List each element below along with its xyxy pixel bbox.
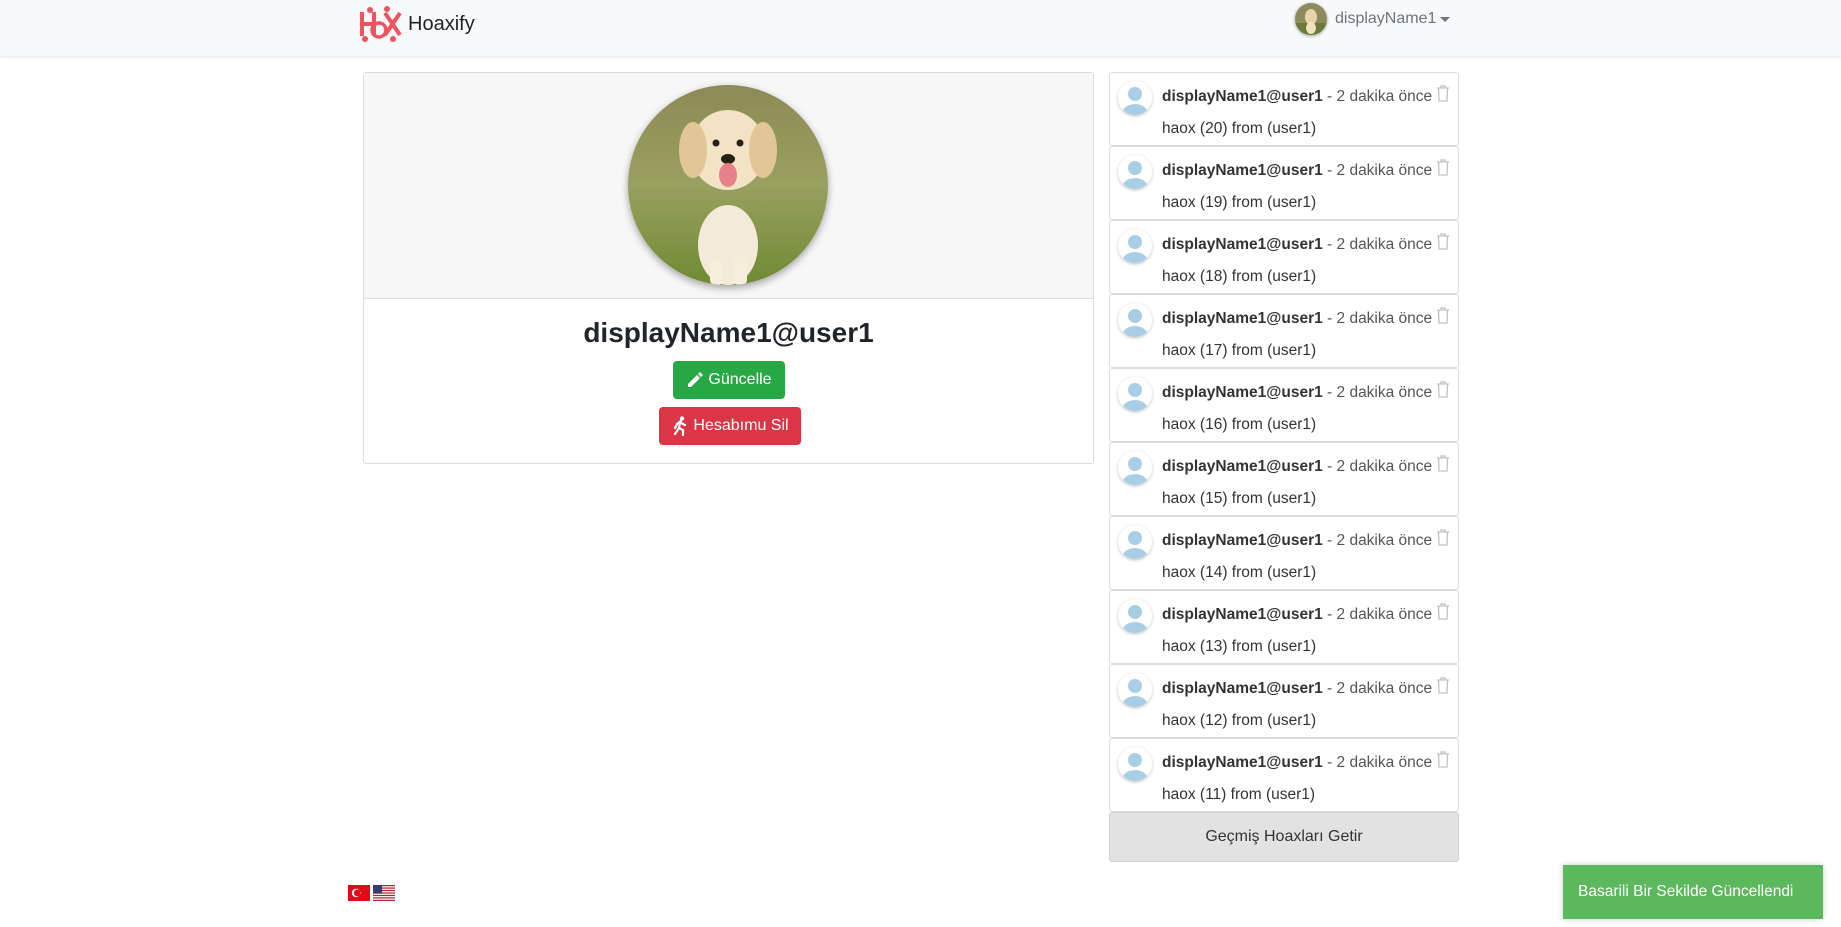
- hoax-time: 2 dakika önce: [1336, 532, 1433, 549]
- hoax-separator: -: [1322, 236, 1337, 253]
- hoax-content: haox (15) from (user1): [1162, 490, 1317, 507]
- trash-icon[interactable]: [1436, 529, 1450, 546]
- hoax-content: haox (13) from (user1): [1162, 638, 1317, 655]
- hoax-separator: -: [1322, 162, 1337, 179]
- hoax-item: displayName1@user1 - 2 dakika önce haox …: [1109, 738, 1459, 812]
- avatar: [1118, 303, 1152, 337]
- hoax-time: 2 dakika önce: [1336, 458, 1433, 475]
- hoax-content: haox (14) from (user1): [1162, 564, 1317, 581]
- hoax-item: displayName1@user1 - 2 dakika önce haox …: [1109, 590, 1459, 664]
- hoax-item: displayName1@user1 - 2 dakika önce haox …: [1109, 72, 1459, 146]
- trash-icon[interactable]: [1436, 159, 1450, 176]
- hoax-user[interactable]: displayName1@user1: [1162, 606, 1323, 623]
- trash-icon[interactable]: [1436, 455, 1450, 472]
- trash-icon[interactable]: [1436, 85, 1450, 102]
- avatar: [1118, 451, 1152, 485]
- hoax-separator: -: [1322, 754, 1337, 771]
- hoax-separator: -: [1322, 88, 1337, 105]
- avatar: [1118, 525, 1152, 559]
- hoax-content: haox (19) from (user1): [1162, 194, 1317, 211]
- hoax-user[interactable]: displayName1@user1: [1162, 532, 1323, 549]
- hoax-user[interactable]: displayName1@user1: [1162, 754, 1323, 771]
- hoax-time: 2 dakika önce: [1336, 236, 1433, 253]
- hoax-user[interactable]: displayName1@user1: [1162, 384, 1323, 401]
- avatar: [1118, 599, 1152, 633]
- hoax-separator: -: [1322, 606, 1337, 623]
- hoax-content: haox (18) from (user1): [1162, 268, 1317, 285]
- hoax-user[interactable]: displayName1@user1: [1162, 680, 1323, 697]
- hoax-time: 2 dakika önce: [1336, 754, 1433, 771]
- profile-card: displayName1@user1 Güncelle Hesabımu Sil: [363, 72, 1094, 464]
- profile-photo: [628, 85, 828, 285]
- hoax-time: 2 dakika önce: [1336, 680, 1433, 697]
- hoax-item: displayName1@user1 - 2 dakika önce haox …: [1109, 516, 1459, 590]
- brand-name: Hoaxify: [408, 12, 475, 35]
- trash-icon[interactable]: [1436, 677, 1450, 694]
- hoaxify-logo: [360, 6, 402, 42]
- profile-title: displayName1@user1: [583, 317, 874, 348]
- hoax-time: 2 dakika önce: [1336, 88, 1433, 105]
- hoax-item: displayName1@user1 - 2 dakika önce haox …: [1109, 220, 1459, 294]
- trash-icon[interactable]: [1436, 603, 1450, 620]
- hoax-user[interactable]: displayName1@user1: [1162, 236, 1323, 253]
- hoax-separator: -: [1322, 680, 1337, 697]
- trash-icon[interactable]: [1436, 307, 1450, 324]
- hoax-item: displayName1@user1 - 2 dakika önce haox …: [1109, 442, 1459, 516]
- turkey-flag-icon[interactable]: [348, 885, 370, 901]
- hoax-separator: -: [1322, 384, 1337, 401]
- navbar: Hoaxify displayName1: [0, 0, 1841, 56]
- update-profile-button[interactable]: Güncelle: [673, 361, 785, 399]
- delete-account-label: Hesabımu Sil: [693, 417, 789, 434]
- user-dropdown[interactable]: displayName1: [1295, 3, 1451, 35]
- hoax-feed: displayName1@user1 - 2 dakika önce haox …: [1109, 72, 1459, 812]
- hoax-separator: -: [1322, 532, 1337, 549]
- profile-card-header: [364, 73, 1093, 299]
- hoax-item: displayName1@user1 - 2 dakika önce haox …: [1109, 664, 1459, 738]
- pencil-icon: [688, 372, 704, 387]
- hoax-time: 2 dakika önce: [1336, 606, 1433, 623]
- brand-link[interactable]: Hoaxify: [356, 4, 475, 44]
- trash-icon[interactable]: [1436, 233, 1450, 250]
- trash-icon[interactable]: [1436, 381, 1450, 398]
- hoax-time: 2 dakika önce: [1336, 310, 1433, 327]
- usa-flag-icon[interactable]: [373, 885, 395, 901]
- user-avatar: [1295, 3, 1327, 35]
- hoax-content: haox (17) from (user1): [1162, 342, 1317, 359]
- hoax-item: displayName1@user1 - 2 dakika önce haox …: [1109, 368, 1459, 442]
- language-selector: [348, 885, 395, 901]
- update-profile-label: Güncelle: [708, 371, 772, 388]
- hoax-user[interactable]: displayName1@user1: [1162, 88, 1323, 105]
- avatar: [1118, 229, 1152, 263]
- hoax-user[interactable]: displayName1@user1: [1162, 458, 1323, 475]
- avatar: [1118, 747, 1152, 781]
- trash-icon[interactable]: [1436, 751, 1450, 768]
- avatar: [1118, 377, 1152, 411]
- avatar: [1118, 155, 1152, 189]
- hoax-content: haox (16) from (user1): [1162, 416, 1317, 433]
- hoax-separator: -: [1322, 310, 1337, 327]
- delete-account-button[interactable]: Hesabımu Sil: [659, 407, 801, 445]
- running-person-icon: [674, 416, 687, 436]
- avatar: [1118, 81, 1152, 115]
- hoax-separator: -: [1322, 458, 1337, 475]
- hoax-content: haox (12) from (user1): [1162, 712, 1317, 729]
- hoax-content: haox (20) from (user1): [1162, 120, 1317, 137]
- hoax-time: 2 dakika önce: [1336, 384, 1433, 401]
- hoax-user[interactable]: displayName1@user1: [1162, 310, 1323, 327]
- hoax-item: displayName1@user1 - 2 dakika önce haox …: [1109, 146, 1459, 220]
- success-toast[interactable]: Basarili Bir Sekilde Güncellendi: [1563, 865, 1823, 919]
- avatar: [1118, 673, 1152, 707]
- load-old-hoaxes-button[interactable]: Geçmiş Hoaxları Getir: [1109, 812, 1459, 862]
- hoax-user[interactable]: displayName1@user1: [1162, 162, 1323, 179]
- user-display-name: displayName1: [1335, 10, 1437, 27]
- hoax-time: 2 dakika önce: [1336, 162, 1433, 179]
- chevron-down-icon: [1440, 16, 1451, 22]
- hoax-content: haox (11) from (user1): [1162, 786, 1316, 803]
- hoax-item: displayName1@user1 - 2 dakika önce haox …: [1109, 294, 1459, 368]
